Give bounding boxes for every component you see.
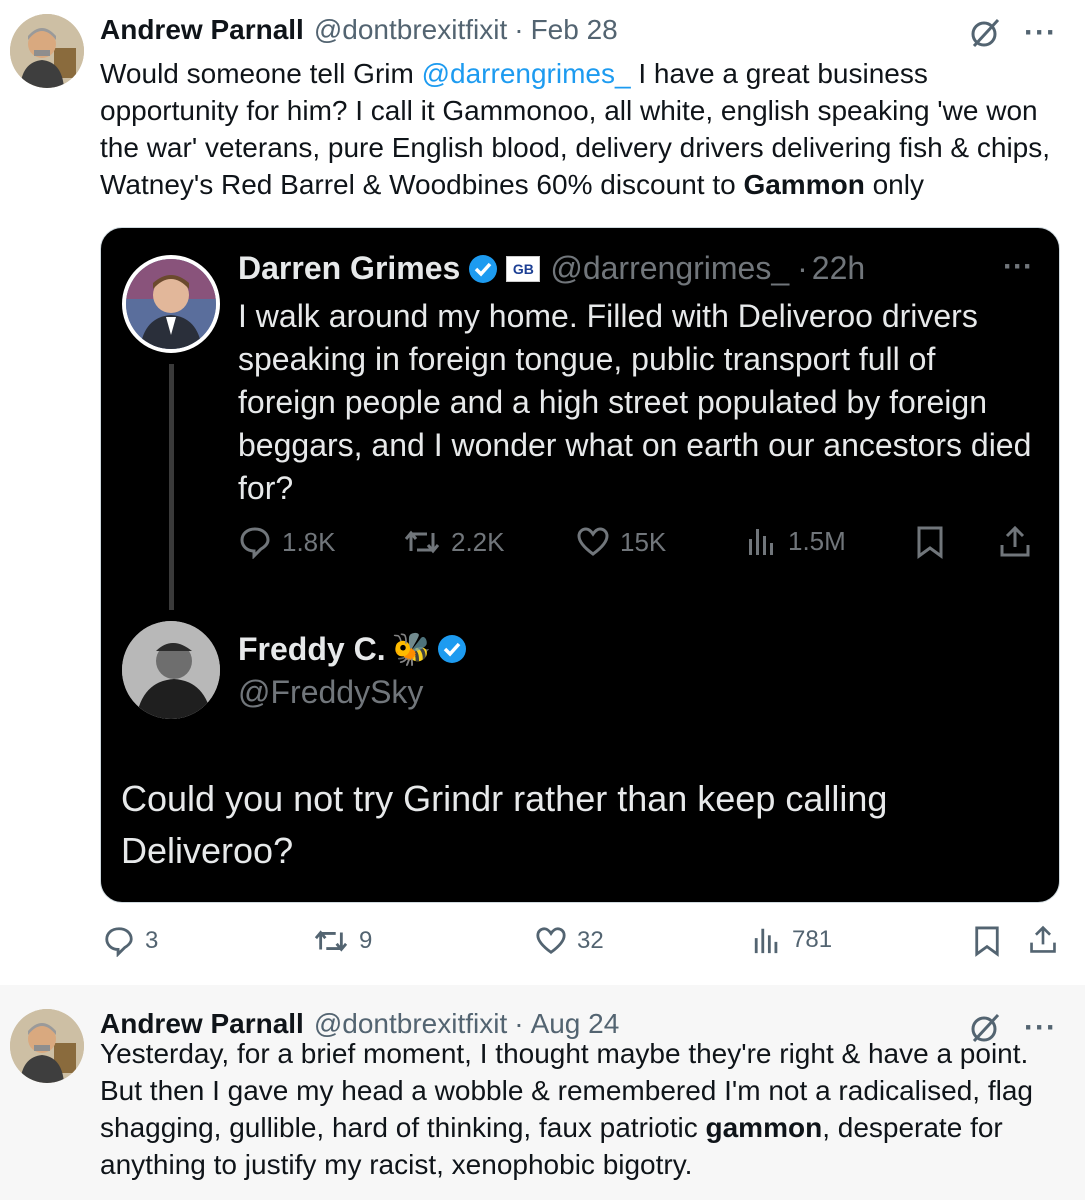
tweet-text: Would someone tell Grim @darrengrimes_ I… xyxy=(100,55,1060,203)
views-button[interactable]: 781 xyxy=(752,925,832,955)
gb-news-badge-text: GB xyxy=(512,260,534,277)
grok-icon[interactable] xyxy=(968,16,1002,50)
repost-button[interactable]: 9 xyxy=(313,925,372,957)
repost-icon xyxy=(403,525,441,559)
tweet-text-bold: Gammon xyxy=(743,169,865,200)
freddy-avatar xyxy=(122,621,220,719)
reply-icon xyxy=(238,525,272,559)
separator-dot: · xyxy=(797,250,808,286)
views-count: 1.5M xyxy=(788,525,846,556)
more-icon[interactable]: ··· xyxy=(1024,18,1057,48)
like-icon xyxy=(576,525,610,559)
reply-button[interactable]: 3 xyxy=(103,925,158,957)
bee-emoji: 🐝 xyxy=(391,631,432,667)
quoted-more-icon: ··· xyxy=(1003,250,1033,283)
quoted-reply-handle: @FreddySky xyxy=(238,674,424,710)
like-count: 32 xyxy=(577,927,604,954)
author-avatar[interactable] xyxy=(10,14,84,88)
repost-icon xyxy=(313,925,349,957)
gb-news-badge: GB xyxy=(506,255,541,282)
tweet-text-part: only xyxy=(864,169,924,200)
author-avatar[interactable] xyxy=(10,1009,84,1083)
tweet-text-bold: gammon xyxy=(705,1112,823,1143)
post-date[interactable]: Feb 28 xyxy=(531,14,618,46)
quoted-reply-author: Freddy C. 🐝 xyxy=(238,630,467,668)
tweet-top-icons: ··· xyxy=(968,16,1057,50)
quoted-header: Darren Grimes GB @darrengrimes_ · 22h xyxy=(238,250,865,287)
repost-count: 9 xyxy=(359,927,373,954)
tweet-text-part: Would someone tell Grim xyxy=(100,58,422,89)
quoted-reply: 1.8K xyxy=(238,525,336,559)
quoted-author-name: Darren Grimes xyxy=(238,250,461,286)
like-count: 15K xyxy=(620,526,667,557)
verified-icon xyxy=(468,254,498,284)
views-icon xyxy=(746,525,778,557)
tweet-actions: 3 9 32 781 xyxy=(100,925,1060,965)
tweet-2: Andrew Parnall @dontbrexitfixit · Aug 24… xyxy=(0,985,1085,1200)
tweet-1: Andrew Parnall @dontbrexitfixit · Feb 28… xyxy=(0,0,1085,985)
attached-image[interactable]: Darren Grimes GB @darrengrimes_ · 22h ··… xyxy=(100,227,1060,903)
share-icon[interactable] xyxy=(1028,925,1058,955)
reply-count: 3 xyxy=(145,927,159,954)
mention-link[interactable]: @darrengrimes_ xyxy=(422,58,631,89)
views-icon xyxy=(752,925,782,955)
darren-avatar xyxy=(122,255,220,353)
bookmark-icon xyxy=(915,525,945,559)
quoted-time: 22h xyxy=(811,250,866,286)
reply-icon xyxy=(103,925,135,957)
quoted-reply-header: Freddy C. 🐝 @FreddySky xyxy=(238,630,467,711)
quoted-author-handle: @darrengrimes_ xyxy=(550,250,790,286)
quoted-actions: 1.8K 2.2K 15K 1.5M xyxy=(238,525,1038,565)
bookmark-icon[interactable] xyxy=(973,925,1001,957)
quoted-reply-text: Could you not try Grindr rather than kee… xyxy=(121,778,888,871)
author-handle[interactable]: @dontbrexitfixit xyxy=(314,14,507,46)
like-icon xyxy=(535,925,567,957)
quoted-views: 1.5M xyxy=(746,525,846,557)
separator-dot: · xyxy=(514,14,524,45)
share-icon xyxy=(998,525,1032,559)
tweet-header: Andrew Parnall @dontbrexitfixit · Feb 28 xyxy=(100,14,618,50)
repost-count: 2.2K xyxy=(451,526,505,557)
quoted-like: 15K xyxy=(576,525,666,559)
author-name[interactable]: Andrew Parnall xyxy=(100,14,304,46)
quoted-reply-author-name: Freddy C. xyxy=(238,630,386,667)
thread-line xyxy=(169,364,174,610)
views-count: 781 xyxy=(792,926,833,953)
tweet-text: Yesterday, for a brief moment, I thought… xyxy=(100,1035,1060,1183)
quoted-text: I walk around my home. Filled with Deliv… xyxy=(238,298,1032,506)
verified-icon xyxy=(437,634,467,664)
reply-count: 1.8K xyxy=(282,526,336,557)
like-button[interactable]: 32 xyxy=(535,925,604,957)
quoted-repost: 2.2K xyxy=(403,525,505,559)
